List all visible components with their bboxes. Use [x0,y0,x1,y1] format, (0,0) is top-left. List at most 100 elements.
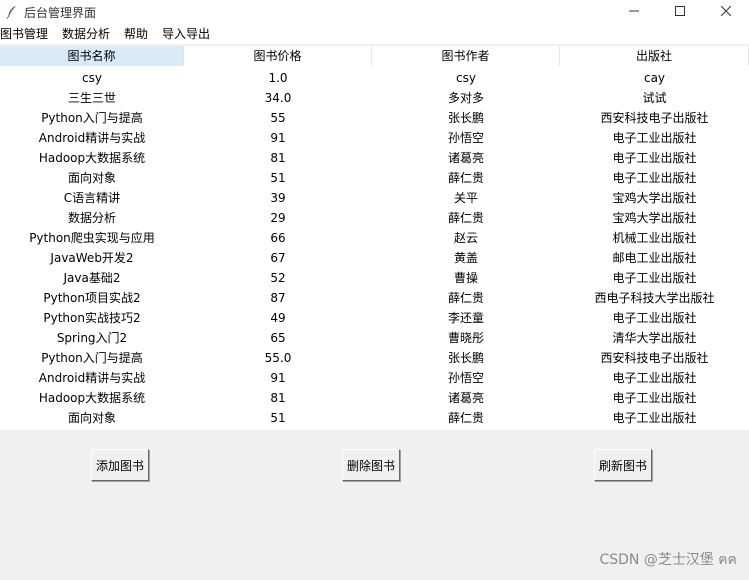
book-name-cell: Hadoop大数据系统 [38,151,146,165]
table-row[interactable]: Hadoop大数据系统 81 诸葛亮 电子工业出版社 [0,388,749,408]
delete-book-button[interactable]: 删除图书 [342,449,400,481]
book-author-cell: 薛仁贵 [447,211,484,225]
column-header-publisher[interactable]: 出版社 [560,46,749,66]
add-book-button[interactable]: 添加图书 [91,449,149,481]
minimize-button[interactable] [611,0,657,24]
book-name-cell: Android精讲与实战 [38,131,146,145]
table-row[interactable]: Java基础2 52 曹操 电子工业出版社 [0,268,749,288]
table-row[interactable]: Hadoop大数据系统 81 诸葛亮 电子工业出版社 [0,148,749,168]
maximize-icon [675,5,685,19]
book-name-cell: Python项目实战2 [43,291,141,305]
maximize-button[interactable] [657,0,703,24]
column-header-price[interactable]: 图书价格 [184,46,372,66]
table-row[interactable]: C语言精讲 39 关平 宝鸡大学出版社 [0,188,749,208]
table-row[interactable]: csy 1.0 csy cay [0,68,749,88]
book-publisher-cell: 西电子科技大学出版社 [594,291,715,305]
table-row[interactable]: Python实战技巧2 49 李还童 电子工业出版社 [0,308,749,328]
menu-import-export[interactable]: 导入导出 [155,24,217,44]
book-table[interactable]: 图书名称 图书价格 图书作者 出版社 csy 1.0 csy cay 三生三世 34.0 多… [0,46,749,430]
table-row[interactable]: Python爬虫实现与应用 66 赵云 机械工业出版社 [0,228,749,248]
book-publisher-cell: 电子工业出版社 [612,151,697,165]
book-price-cell: 91 [270,131,286,145]
book-name-cell: Android精讲与实战 [38,371,146,385]
book-publisher-cell: 电子工业出版社 [612,371,697,385]
book-price-cell: 55.0 [264,351,292,365]
book-name-cell: Spring入门2 [56,331,128,345]
book-author-cell: 诸葛亮 [447,151,484,165]
book-price-cell: 39 [270,191,286,205]
book-name-cell: Python入门与提高 [41,111,143,125]
menu-data-analysis[interactable]: 数据分析 [55,24,117,44]
close-icon [720,5,732,19]
book-publisher-cell: 电子工业出版社 [612,411,697,425]
book-price-cell: 55 [270,111,286,125]
book-price-cell: 91 [270,371,286,385]
book-author-cell: 多对多 [447,91,484,105]
book-price-cell: 81 [270,391,286,405]
book-name-cell: 面向对象 [67,411,116,425]
book-name-cell: Python爬虫实现与应用 [29,231,155,245]
book-publisher-cell: 机械工业出版社 [612,231,697,245]
book-name-cell: Python入门与提高 [41,351,143,365]
close-button[interactable] [703,0,749,24]
book-name-cell: C语言精讲 [63,191,121,205]
book-price-cell: 87 [270,291,286,305]
book-publisher-cell: cay [643,71,666,85]
column-header-name[interactable]: 图书名称 [0,46,184,66]
book-price-cell: 1.0 [268,71,288,85]
book-publisher-cell: 清华大学出版社 [612,331,697,345]
book-name-cell: 数据分析 [67,211,116,225]
book-price-cell: 52 [270,271,286,285]
minimize-icon [629,5,639,19]
table-row[interactable]: Python入门与提高 55.0 张长鹏 西安科技电子出版社 [0,348,749,368]
book-author-cell: 李还童 [447,311,484,325]
book-price-cell: 29 [270,211,286,225]
book-publisher-cell: 电子工业出版社 [612,171,697,185]
book-name-cell: Hadoop大数据系统 [38,391,146,405]
table-body: csy 1.0 csy cay 三生三世 34.0 多对多 试试 Python入门与提高 55 张长… [0,66,749,428]
table-row[interactable]: 数据分析 29 薛仁贵 宝鸡大学出版社 [0,208,749,228]
book-author-cell: 孙悟空 [447,371,484,385]
book-author-cell: 关平 [453,191,478,205]
table-row[interactable]: 面向对象 51 薛仁贵 电子工业出版社 [0,408,749,428]
menu-help[interactable]: 帮助 [117,24,155,44]
book-name-cell: Python实战技巧2 [43,311,141,325]
book-price-cell: 67 [270,251,286,265]
book-author-cell: 张长鹏 [447,351,484,365]
book-publisher-cell: 邮电工业出版社 [612,251,697,265]
menu-bar: 图书管理 数据分析 帮助 导入导出 [0,24,749,44]
book-author-cell: 曹操 [453,271,478,285]
book-publisher-cell: 电子工业出版社 [612,271,697,285]
table-row[interactable]: 三生三世 34.0 多对多 试试 [0,88,749,108]
book-author-cell: csy [456,71,476,85]
book-author-cell: 孙悟空 [447,131,484,145]
book-publisher-cell: 电子工业出版社 [612,391,697,405]
book-price-cell: 49 [270,311,286,325]
table-header: 图书名称 图书价格 图书作者 出版社 [0,46,749,66]
book-publisher-cell: 西安科技电子出版社 [600,351,709,365]
table-row[interactable]: JavaWeb开发2 67 黄盖 邮电工业出版社 [0,248,749,268]
book-author-cell: 薛仁贵 [447,411,484,425]
table-row[interactable]: Python入门与提高 55 张长鹏 西安科技电子出版社 [0,108,749,128]
column-header-author[interactable]: 图书作者 [372,46,560,66]
book-author-cell: 薛仁贵 [447,291,484,305]
watermark: CSDN @芝士汉堡 ฅฅ [599,552,737,568]
book-publisher-cell: 西安科技电子出版社 [600,111,709,125]
book-publisher-cell: 电子工业出版社 [612,311,697,325]
book-name-cell: JavaWeb开发2 [50,251,134,265]
menu-book-management[interactable]: 图书管理 [0,24,55,44]
table-row[interactable]: Spring入门2 65 曹晓彤 清华大学出版社 [0,328,749,348]
refresh-book-button[interactable]: 刷新图书 [594,449,652,481]
book-author-cell: 张长鹏 [447,111,484,125]
table-row[interactable]: Android精讲与实战 91 孙悟空 电子工业出版社 [0,128,749,148]
book-price-cell: 81 [270,151,286,165]
book-price-cell: 66 [270,231,286,245]
book-price-cell: 65 [270,331,286,345]
table-row[interactable]: Python项目实战2 87 薛仁贵 西电子科技大学出版社 [0,288,749,308]
book-price-cell: 51 [270,171,286,185]
book-name-cell: csy [82,71,102,85]
book-author-cell: 赵云 [453,231,478,245]
table-row[interactable]: 面向对象 51 薛仁贵 电子工业出版社 [0,168,749,188]
table-row[interactable]: Android精讲与实战 91 孙悟空 电子工业出版社 [0,368,749,388]
book-publisher-cell: 宝鸡大学出版社 [612,191,697,205]
